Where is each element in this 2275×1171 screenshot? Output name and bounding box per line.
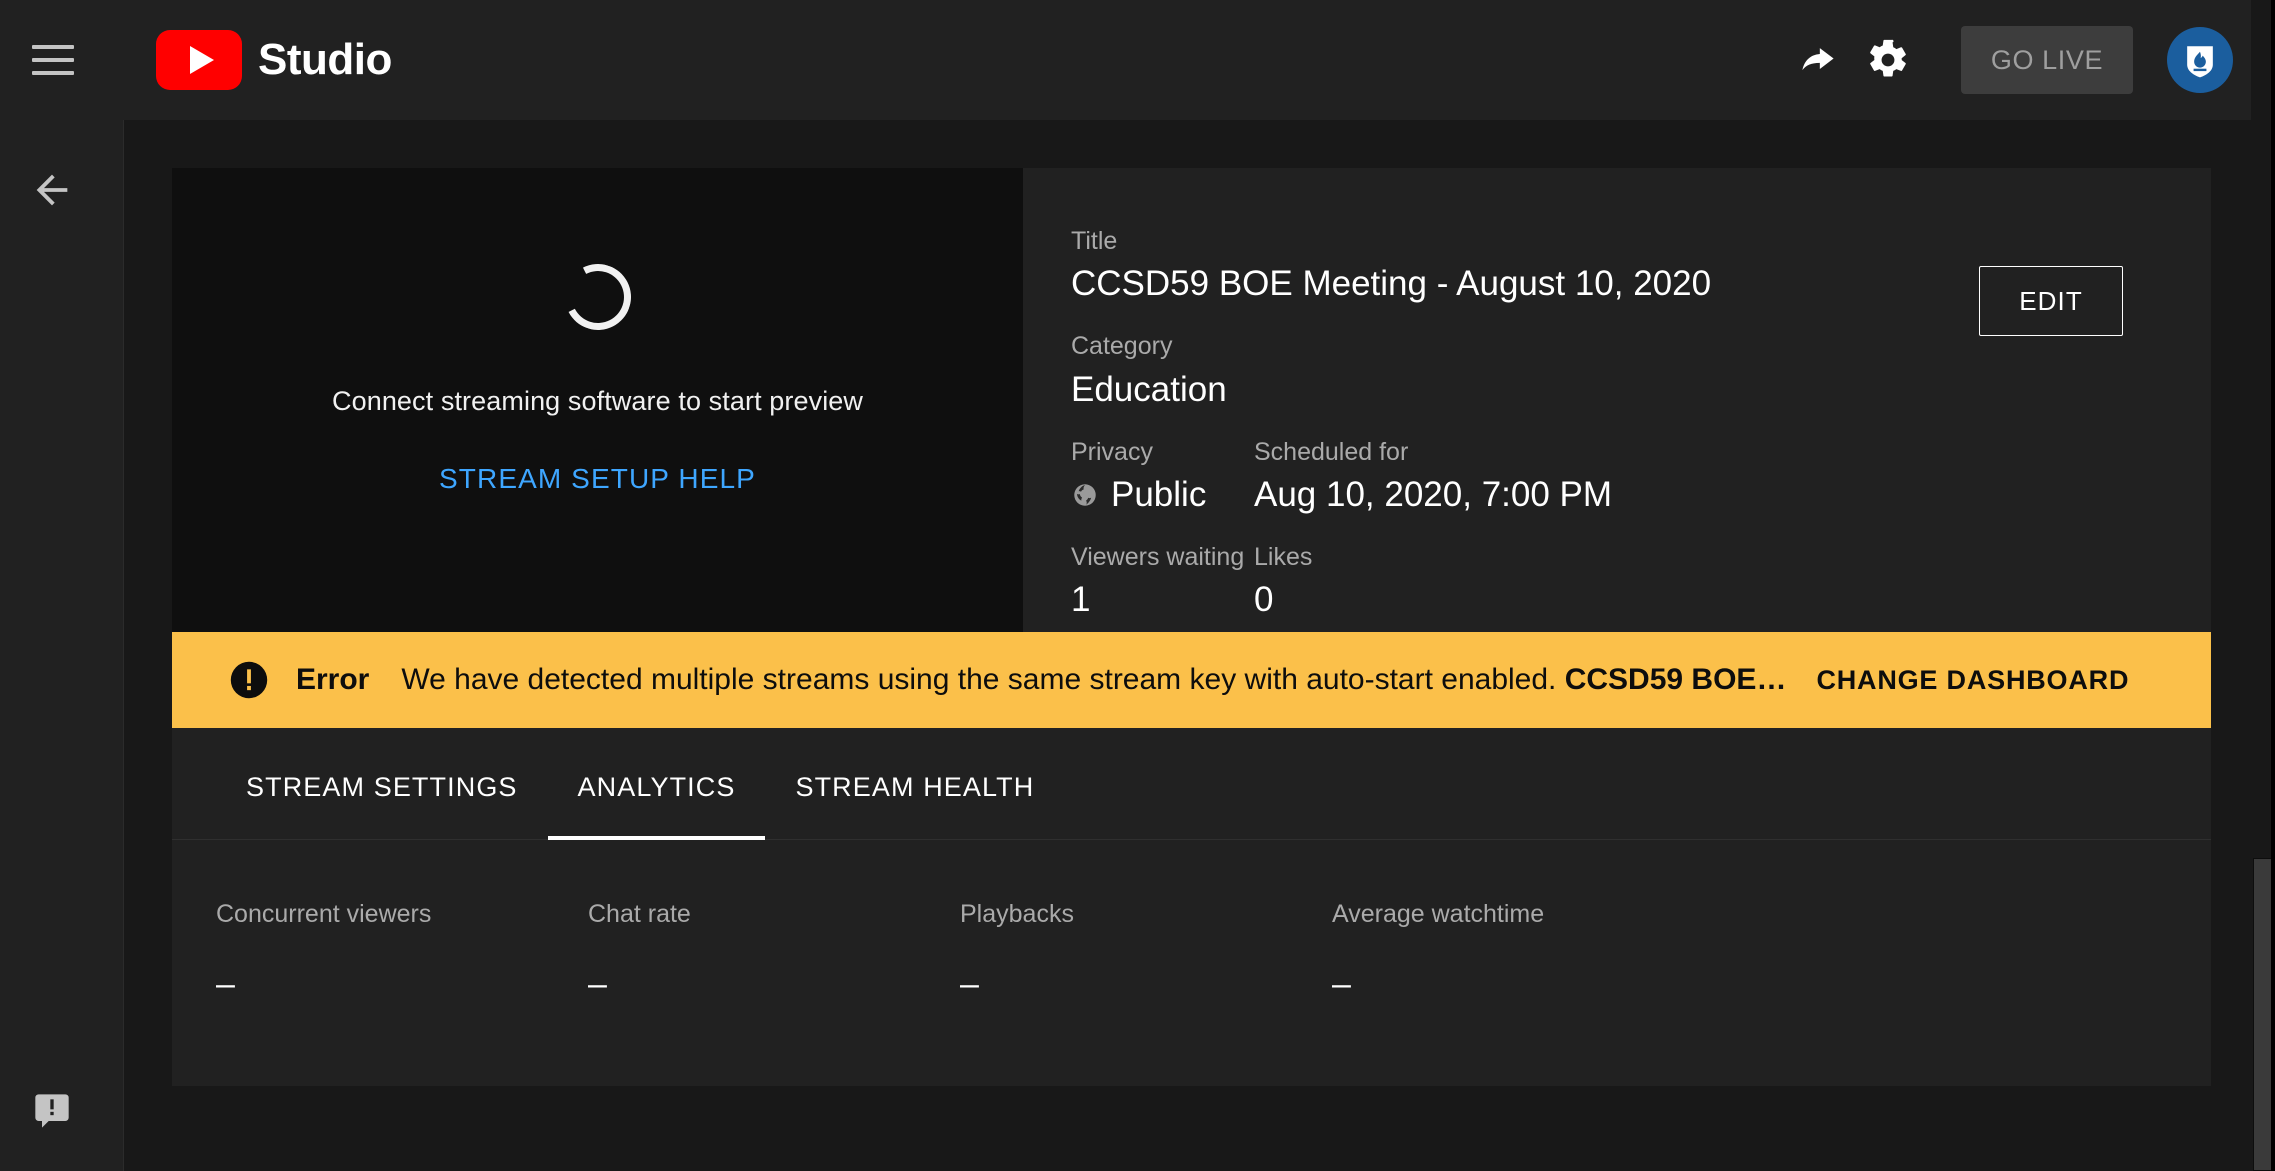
channel-avatar-shield-flame-icon[interactable] — [2167, 27, 2233, 93]
likes-field: Likes 0 — [1254, 542, 1312, 621]
metric-label: Playbacks — [960, 900, 1074, 928]
back-arrow-icon[interactable] — [22, 160, 82, 220]
likes-value: 0 — [1254, 580, 1274, 619]
error-message-stream-name: CCSD59 BOE… — [1564, 663, 1787, 696]
likes-label: Likes — [1254, 542, 1313, 571]
viewers-likes-row: Viewers waiting 1 Likes 0 — [1071, 542, 2211, 621]
metric-average-watchtime: Average watchtime – — [1332, 900, 1704, 1086]
tab-stream-settings[interactable]: STREAM SETTINGS — [216, 734, 548, 839]
stream-preview-panel: Connect streaming software to start prev… — [172, 168, 1023, 632]
brand-label: Studio — [258, 35, 392, 84]
metric-label: Average watchtime — [1332, 900, 1545, 928]
left-rail — [0, 120, 124, 1171]
metric-label: Concurrent viewers — [216, 900, 432, 928]
play-triangle — [190, 46, 214, 74]
privacy-field: Privacy Public — [1071, 437, 1254, 516]
loading-spinner-icon — [555, 255, 640, 339]
tab-stream-health[interactable]: STREAM HEALTH — [765, 734, 1064, 839]
metric-value: – — [588, 965, 607, 1003]
scrollbar-thumb[interactable] — [2253, 858, 2273, 1171]
scheduled-field: Scheduled for Aug 10, 2020, 7:00 PM — [1254, 437, 1612, 516]
privacy-value: Public — [1111, 474, 1207, 514]
tab-analytics[interactable]: ANALYTICS — [547, 734, 766, 840]
hamburger-menu-icon[interactable] — [32, 45, 74, 75]
error-exclamation-icon — [228, 659, 270, 701]
metric-value: – — [1332, 965, 1351, 1003]
error-severity-label: Error — [296, 663, 370, 696]
stream-info-panel: Title CCSD59 BOE Meeting - August 10, 20… — [1023, 168, 2211, 632]
youtube-studio-live-dashboard: Studio GO LIVE Connect streaming softwar… — [0, 0, 2275, 1171]
viewers-waiting-label: Viewers waiting — [1071, 542, 1245, 571]
studio-brand-logo[interactable]: Studio — [156, 30, 392, 90]
privacy-schedule-row: Privacy Public Scheduled for Aug 10, 202… — [1071, 437, 2211, 516]
metric-chat-rate: Chat rate – — [588, 900, 960, 1086]
go-live-button[interactable]: GO LIVE — [1961, 26, 2133, 94]
privacy-label: Privacy — [1071, 437, 1153, 466]
change-dashboard-button[interactable]: CHANGE DASHBOARD — [1816, 665, 2129, 696]
error-message-text: We have detected multiple streams using … — [401, 663, 1565, 696]
category-value: Education — [1071, 369, 1227, 409]
top-app-bar: Studio GO LIVE — [0, 0, 2275, 120]
error-message: We have detected multiple streams using … — [401, 663, 1786, 697]
send-feedback-icon[interactable] — [22, 1081, 82, 1141]
error-banner: Error We have detected multiple streams … — [172, 632, 2211, 728]
youtube-play-logo-icon — [156, 30, 242, 90]
hamburger-bar — [32, 45, 74, 49]
scheduled-value: Aug 10, 2020, 7:00 PM — [1254, 474, 1613, 514]
stream-card-top: Connect streaming software to start prev… — [172, 168, 2211, 632]
globe-icon — [1074, 484, 1096, 506]
dashboard-content: Connect streaming software to start prev… — [124, 120, 2275, 1171]
viewers-waiting-field: Viewers waiting 1 — [1071, 542, 1254, 621]
share-arrow-icon[interactable] — [1783, 25, 1853, 95]
metric-value: – — [960, 965, 979, 1003]
window-right-edge — [2271, 0, 2275, 1171]
edit-button[interactable]: EDIT — [1979, 266, 2123, 336]
hamburger-bar — [32, 58, 74, 62]
title-label: Title — [1071, 227, 1118, 255]
metric-playbacks: Playbacks – — [960, 900, 1332, 1086]
viewers-waiting-value: 1 — [1071, 580, 1091, 619]
category-field: Category Education — [1071, 331, 2211, 410]
scheduled-label: Scheduled for — [1254, 437, 1409, 466]
top-bar-actions: GO LIVE — [1783, 0, 2275, 120]
metric-value: – — [216, 965, 235, 1003]
stream-tabs-section: STREAM SETTINGS ANALYTICS STREAM HEALTH … — [172, 728, 2211, 1086]
gear-icon[interactable] — [1853, 25, 1923, 95]
preview-message: Connect streaming software to start prev… — [331, 386, 864, 416]
tab-bar: STREAM SETTINGS ANALYTICS STREAM HEALTH — [172, 734, 2211, 840]
stream-setup-help-link[interactable]: STREAM SETUP HELP — [439, 463, 756, 495]
stream-card: Connect streaming software to start prev… — [172, 168, 2211, 1086]
analytics-metrics-row: Concurrent viewers – Chat rate – Playbac… — [172, 840, 2211, 1086]
privacy-value-group: Public — [1071, 474, 1254, 516]
metric-label: Chat rate — [588, 900, 691, 928]
hamburger-bar — [32, 71, 74, 75]
metric-concurrent-viewers: Concurrent viewers – — [216, 900, 588, 1086]
